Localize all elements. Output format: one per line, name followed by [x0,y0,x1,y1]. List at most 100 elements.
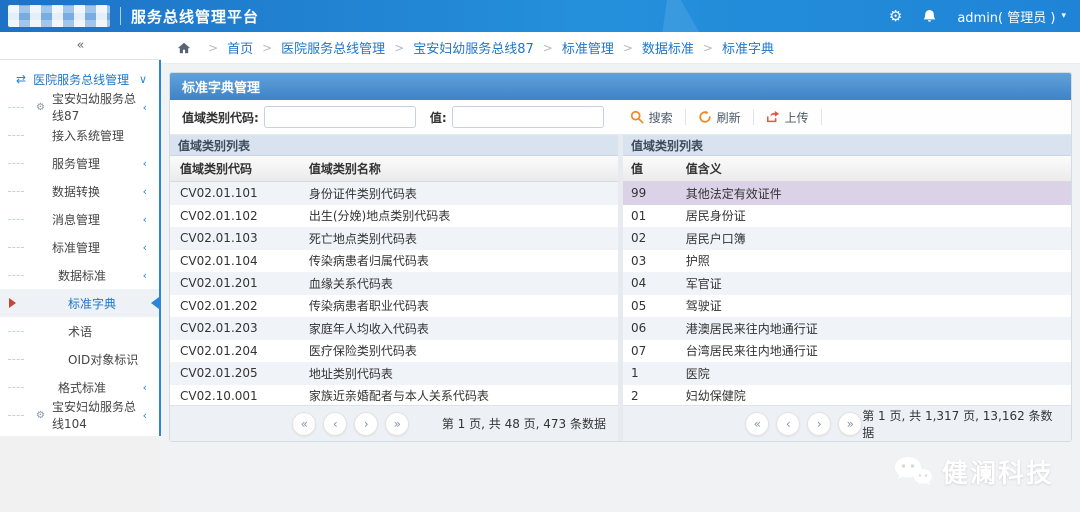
table-row[interactable]: CV02.01.202 传染病患者职业代码表 [170,295,618,318]
menu-item-label: 服务管理 [52,156,101,171]
table-row[interactable]: CV02.01.103 死亡地点类别代码表 [170,227,618,250]
column-header-value[interactable]: 值 [623,160,686,177]
cell-value: 03 [631,253,647,268]
chevron-down-icon: ▾ [1061,11,1066,21]
sidebar-menu-item[interactable]: 格式标准 ‹ [0,373,159,401]
pager-button[interactable]: « [745,411,770,436]
table-row[interactable]: 1 医院 [623,362,1071,385]
table-row[interactable]: 05 驾驶证 [623,295,1071,318]
sidebar-collapse-button[interactable]: « [0,32,161,60]
chevron-icon: ‹ [142,268,147,282]
column-header-name[interactable]: 值域类别名称 [309,160,618,177]
table-row[interactable]: CV02.01.102 出生(分娩)地点类别代码表 [170,205,618,228]
category-page-info: 第 1 页, 共 48 页, 473 条数据 [441,417,606,431]
sidebar-menu-item[interactable]: 标准字典 [0,289,159,317]
sidebar-menu-item[interactable]: ⇄ 医院服务总线管理 ∨ [0,65,159,93]
table-row[interactable]: CV02.01.205 地址类别代码表 [170,362,618,385]
breadcrumb-item[interactable]: > 数据标准 [614,38,694,58]
cell-name: 家族近亲婚配者与本人关系代码表 [308,389,489,404]
pager-button[interactable]: › [354,411,379,436]
upload-icon [766,110,779,123]
sidebar-menu-item[interactable]: OID对象标识 [0,345,159,373]
category-table-title: 值域类别列表 [170,135,618,156]
cell-name: 医疗保险类别代码表 [308,344,417,359]
pager-button[interactable]: « [292,411,317,436]
table-row[interactable]: 03 护照 [623,250,1071,273]
pager-button[interactable]: » [385,411,410,436]
column-header-meaning[interactable]: 值含义 [686,160,1071,177]
pager-button[interactable]: » [838,411,863,436]
cell-meaning: 其他法定有效证件 [685,186,782,201]
table-row[interactable]: 07 台湾居民来往内地通行证 [623,340,1071,363]
category-table: 值域类别列表 值域类别代码 值域类别名称 CV02.01.101 身份证件类别代… [170,135,618,441]
chevron-icon: ‹ [142,240,147,254]
upload-button[interactable]: 上传 [754,109,821,126]
menu-item-icon: ⚙ [36,101,45,113]
table-row[interactable]: 01 居民身份证 [623,205,1071,228]
cell-code: CV02.10.001 [180,388,258,403]
sidebar-menu-item[interactable]: ⚙ 宝安妇幼服务总线87 ‹ [0,92,159,123]
cell-code: CV02.01.204 [180,343,258,358]
user-label: admin( 管理员 ) [957,10,1056,26]
value-table-header: 值 值含义 [623,156,1071,182]
sidebar-menu-item[interactable]: 服务管理 ‹ [0,149,159,177]
category-table-header: 值域类别代码 值域类别名称 [170,156,618,182]
cell-value: 01 [631,208,647,223]
sidebar-menu-item[interactable]: 数据转换 ‹ [0,177,159,205]
cell-value: 06 [631,321,647,336]
table-row[interactable]: CV02.01.203 家庭年人均收入代码表 [170,317,618,340]
cell-value: 04 [631,276,647,291]
pager-button[interactable]: ‹ [776,411,801,436]
menu-item-icon: ⇄ [16,72,27,86]
cell-value: 02 [631,231,647,246]
sidebar-menu-item[interactable]: 数据标准 ‹ [0,261,159,289]
sidebar-menu-item[interactable]: ⚙ 宝安妇幼服务总线104 ‹ [0,400,159,431]
breadcrumb-item[interactable]: > 医院服务总线管理 [253,38,386,58]
breadcrumb-item[interactable]: > 标准管理 [534,38,614,58]
sidebar-menu-item[interactable]: 消息管理 ‹ [0,205,159,233]
table-row[interactable]: CV02.01.201 血缘关系代码表 [170,272,618,295]
toolbar-divider [820,109,822,125]
notifications-bell-icon[interactable] [922,9,937,24]
table-row[interactable]: 99 其他法定有效证件 [623,182,1071,205]
cell-code: CV02.01.205 [180,366,258,381]
menu-item-label: 标准字典 [68,296,117,311]
user-menu[interactable]: admin( 管理员 ) ▾ [957,7,1066,26]
breadcrumb-separator: > [542,40,553,55]
settings-gear-icon[interactable]: ⚙ [889,8,902,24]
breadcrumb-item[interactable]: > 标准字典 [694,38,774,58]
breadcrumb-item[interactable]: > 宝安妇幼服务总线87 [385,38,534,58]
breadcrumb-label: 标准管理 [561,42,614,57]
cell-meaning: 居民户口簿 [685,231,746,246]
table-row[interactable]: CV02.01.104 传染病患者归属代码表 [170,250,618,273]
table-row[interactable]: 02 居民户口簿 [623,227,1071,250]
cell-code: CV02.01.103 [180,231,258,246]
pager-button[interactable]: › [807,411,832,436]
column-header-code[interactable]: 值域类别代码 [170,160,309,177]
sidebar-menu-item[interactable]: 接入系统管理 [0,121,159,149]
chevron-icon: ∨ [138,72,147,86]
table-row[interactable]: 06 港澳居民来往内地通行证 [623,317,1071,340]
breadcrumb-label: 医院服务总线管理 [281,42,386,57]
table-row[interactable]: CV02.01.204 医疗保险类别代码表 [170,340,618,363]
pager-button[interactable]: ‹ [323,411,348,436]
breadcrumb-separator: > [622,40,633,55]
cell-code: CV02.01.104 [180,253,258,268]
refresh-button[interactable]: 刷新 [686,109,753,126]
table-row[interactable]: 04 军官证 [623,272,1071,295]
sidebar-menu-item[interactable]: 标准管理 ‹ [0,233,159,261]
value-input[interactable] [451,106,604,128]
breadcrumb-separator: > [208,40,219,55]
breadcrumb-item[interactable]: > 首页 [199,38,253,58]
chevron-icon: ‹ [142,156,147,170]
menu-item-icon: ⚙ [36,409,45,421]
table-row[interactable]: 2 妇幼保健院 [623,385,1071,406]
sidebar-menu-item[interactable]: 术语 [0,317,159,345]
panel-title: 标准字典管理 [170,73,1071,100]
cell-meaning: 台湾居民来往内地通行证 [685,344,818,359]
search-button[interactable]: 搜索 [618,109,685,126]
code-input[interactable] [263,106,416,128]
table-row[interactable]: CV02.01.101 身份证件类别代码表 [170,182,618,205]
table-row[interactable]: CV02.10.001 家族近亲婚配者与本人关系代码表 [170,385,618,406]
cell-meaning: 妇幼保健院 [685,389,746,404]
